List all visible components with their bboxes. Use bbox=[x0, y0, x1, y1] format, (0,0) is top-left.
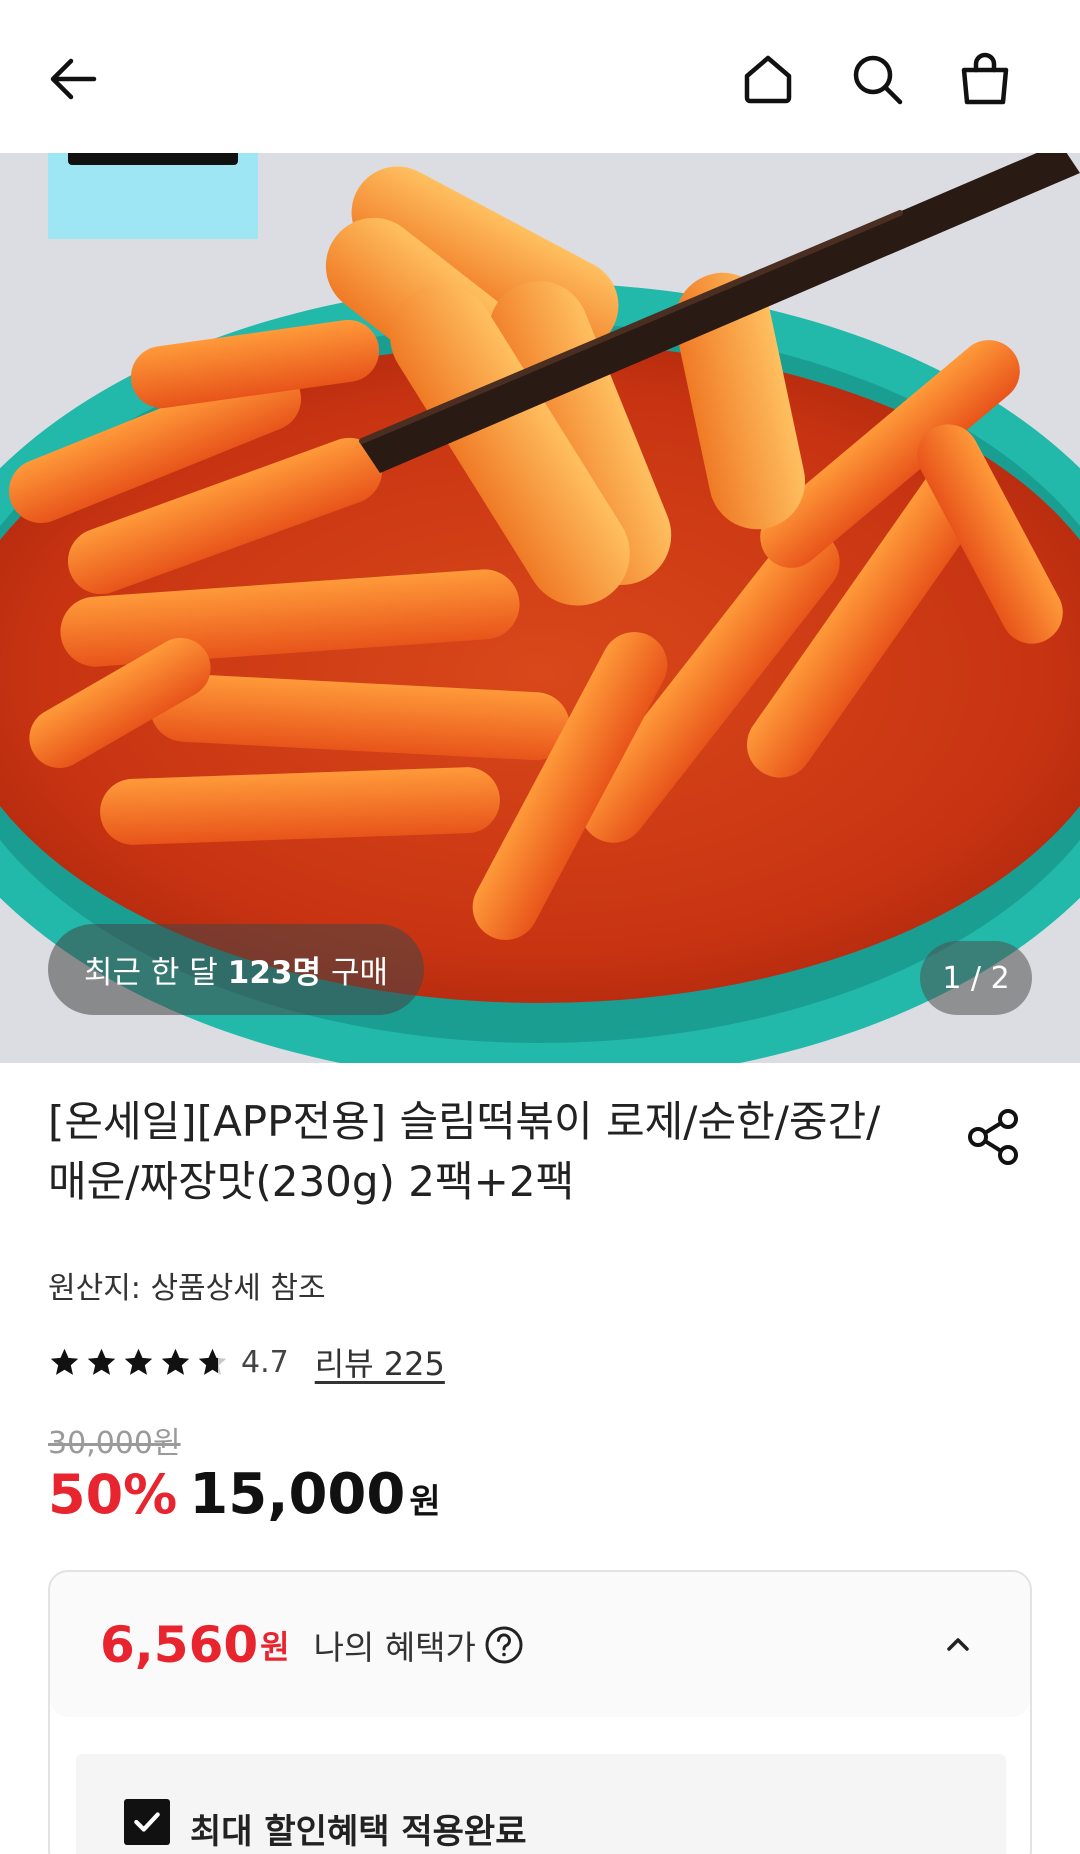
sale-price: 15,000 bbox=[189, 1462, 406, 1527]
benefit-label: 나의 혜택가 bbox=[313, 1627, 476, 1667]
max-discount-checkbox[interactable] bbox=[124, 1799, 170, 1845]
original-price: 30,000원 bbox=[48, 1426, 181, 1461]
buyers-suffix: 구매 bbox=[331, 955, 389, 991]
top-app-bar bbox=[0, 0, 1080, 153]
brand-logo-patch bbox=[48, 153, 258, 239]
search-button[interactable] bbox=[842, 44, 912, 114]
image-counter: 1 / 2 bbox=[920, 941, 1032, 1015]
shopping-bag-icon bbox=[961, 52, 1009, 105]
buyers-prefix: 최근 한 달 bbox=[84, 955, 218, 991]
help-icon[interactable] bbox=[484, 1625, 524, 1665]
review-count-link[interactable]: 리뷰 225 bbox=[315, 1339, 445, 1385]
benefit-currency: 원 bbox=[260, 1627, 290, 1666]
benefit-price-card: 6,560 원 나의 혜택가 최대 할인혜택 적용완료 bbox=[48, 1570, 1032, 1854]
search-icon bbox=[853, 55, 903, 105]
star-icon bbox=[87, 1348, 116, 1375]
share-icon bbox=[968, 1109, 1018, 1165]
product-title: [온세일][APP전용] 슬림떡볶이 로제/순한/중간/매운/짜장맛(230g)… bbox=[48, 1097, 881, 1206]
arrow-left-icon bbox=[50, 58, 97, 100]
benefit-price-toggle[interactable]: 6,560 원 나의 혜택가 bbox=[50, 1572, 1030, 1717]
home-button[interactable] bbox=[733, 44, 803, 114]
rating-row: 4.7 리뷰 225 bbox=[48, 1340, 445, 1384]
star-icon bbox=[161, 1348, 190, 1375]
star-icon bbox=[124, 1348, 153, 1375]
currency-unit: 원 bbox=[409, 1482, 441, 1522]
rating-value: 4.7 bbox=[241, 1344, 289, 1380]
price-row: 50% 15,000 원 bbox=[48, 1462, 441, 1527]
back-button[interactable] bbox=[38, 44, 108, 114]
star-icon bbox=[50, 1348, 79, 1375]
cart-button[interactable] bbox=[950, 44, 1020, 114]
star-half-icon bbox=[198, 1348, 227, 1375]
product-image-carousel[interactable]: 최근 한 달 123명 구매 1 / 2 bbox=[0, 153, 1080, 1063]
check-icon bbox=[134, 1812, 160, 1832]
chevron-up-icon bbox=[947, 1638, 969, 1651]
buyers-count: 123명 bbox=[227, 955, 322, 991]
rating-stars bbox=[48, 1346, 229, 1379]
origin-info: 원산지: 상품상세 참조 bbox=[48, 1271, 326, 1306]
max-discount-applied-label: 최대 할인혜택 적용완료 bbox=[190, 1812, 527, 1852]
share-button[interactable] bbox=[962, 1105, 1026, 1169]
recent-buyers-badge: 최근 한 달 123명 구매 bbox=[48, 924, 425, 1015]
benefit-price: 6,560 bbox=[100, 1615, 259, 1674]
discount-rate: 50% bbox=[48, 1463, 178, 1526]
max-discount-applied-box: 최대 할인혜택 적용완료 bbox=[76, 1754, 1006, 1854]
home-icon bbox=[744, 55, 792, 104]
